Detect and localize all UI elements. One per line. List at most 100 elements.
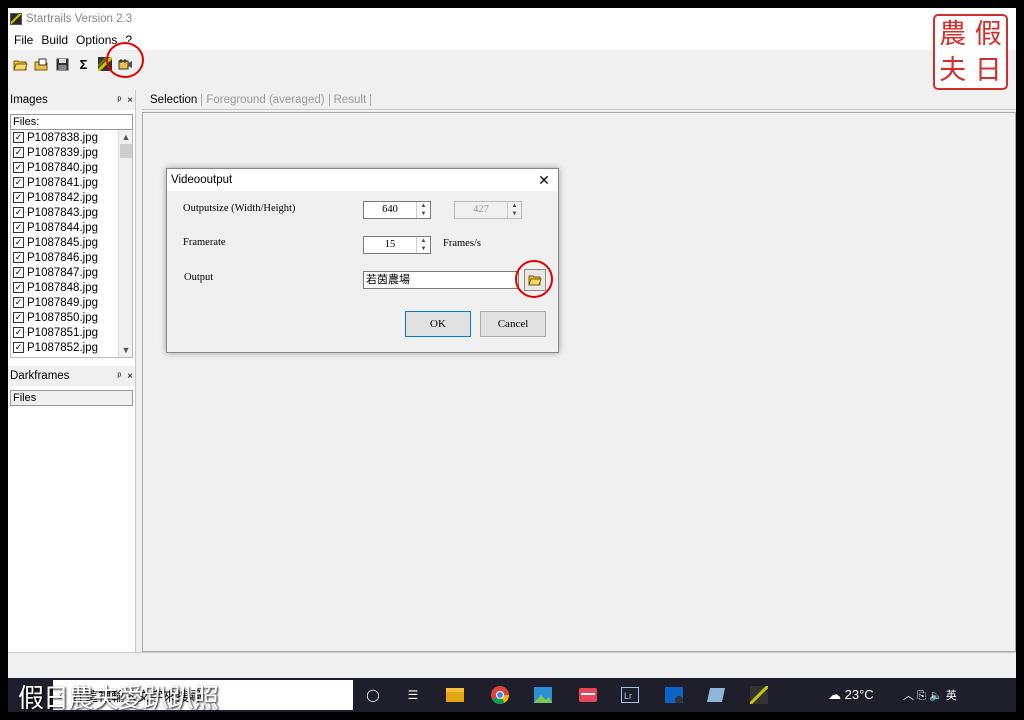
spin-down-icon[interactable]: ▼ bbox=[417, 210, 430, 218]
pin-icon[interactable]: ᵖ bbox=[117, 95, 121, 106]
dialog-title: Videooutput bbox=[171, 174, 233, 186]
height-value: 427 bbox=[473, 204, 489, 215]
file-list-item[interactable]: ✓ P1087844.jpg bbox=[11, 220, 132, 235]
file-checkbox[interactable]: ✓ bbox=[13, 162, 24, 173]
weather-temperature[interactable]: ☁ 23°C bbox=[828, 687, 874, 703]
view-tabs: Selection Foreground (averaged) Result bbox=[142, 90, 1016, 110]
file-checkbox[interactable]: ✓ bbox=[13, 192, 24, 203]
spin-up-icon[interactable]: ▲ bbox=[417, 237, 430, 245]
file-list-item[interactable]: ✓ P1087842.jpg bbox=[11, 190, 132, 205]
videooutput-dialog: Videooutput ✕ Outputsize (Width/Height) … bbox=[166, 168, 559, 353]
file-checkbox[interactable]: ✓ bbox=[13, 147, 24, 158]
file-checkbox[interactable]: ✓ bbox=[13, 267, 24, 278]
width-spinner[interactable]: 640 ▲ ▼ bbox=[363, 201, 431, 219]
file-name: P1087849.jpg bbox=[27, 296, 98, 309]
scroll-down-icon[interactable]: ▼ bbox=[119, 343, 132, 357]
watermark-text: 假日農夫愛趴趴照 bbox=[18, 684, 219, 714]
open-folder-icon[interactable] bbox=[12, 56, 29, 73]
file-checkbox[interactable]: ✓ bbox=[13, 282, 24, 293]
pin-icon[interactable]: ᵖ bbox=[117, 371, 121, 382]
cancel-button[interactable]: Cancel bbox=[480, 311, 546, 337]
file-list-item[interactable]: ✓ P1087850.jpg bbox=[11, 310, 132, 325]
startrails-taskbar-icon[interactable] bbox=[749, 685, 769, 705]
file-explorer-icon[interactable] bbox=[445, 685, 465, 705]
file-list-item[interactable]: ✓ P1087847.jpg bbox=[11, 265, 132, 280]
file-checkbox[interactable]: ✓ bbox=[13, 177, 24, 188]
dialog-close-icon[interactable]: ✕ bbox=[534, 172, 554, 189]
tab-selection[interactable]: Selection bbox=[146, 93, 203, 106]
menu-file[interactable]: File bbox=[10, 33, 37, 47]
file-list-item[interactable]: ✓ P1087851.jpg bbox=[11, 325, 132, 340]
task-view-icon[interactable]: ◯ bbox=[363, 685, 383, 705]
files-column-label: Files: bbox=[13, 116, 40, 128]
file-list-item[interactable]: ✓ P1087841.jpg bbox=[11, 175, 132, 190]
file-list-item[interactable]: ✓ P1087849.jpg bbox=[11, 295, 132, 310]
spin-down-icon[interactable]: ▼ bbox=[417, 245, 430, 253]
volume-icon[interactable]: 🔈 bbox=[929, 690, 943, 702]
file-checkbox[interactable]: ✓ bbox=[13, 207, 24, 218]
seal-char: 假 bbox=[974, 18, 1002, 50]
taskbar: ⌕ 在這裡輸入文字來搜尋 假日農夫愛趴趴照 ◯ ☰ Lr ☁ 23°C ︿ ⎘ … bbox=[8, 678, 1016, 714]
files-column-header[interactable]: Files: bbox=[10, 114, 133, 130]
close-icon[interactable]: × bbox=[127, 371, 133, 382]
sigma-icon[interactable]: Σ bbox=[75, 56, 92, 73]
file-checkbox[interactable]: ✓ bbox=[13, 237, 24, 248]
open-multiple-icon[interactable] bbox=[33, 56, 50, 73]
file-checkbox[interactable]: ✓ bbox=[13, 327, 24, 338]
outlook-icon[interactable] bbox=[664, 685, 684, 705]
darkframes-files-header[interactable]: Files bbox=[10, 390, 133, 406]
framerate-spinner[interactable]: 15 ▲ ▼ bbox=[363, 236, 431, 254]
ok-button[interactable]: OK bbox=[405, 311, 471, 337]
file-checkbox[interactable]: ✓ bbox=[13, 252, 24, 263]
weather-icon: ☁ bbox=[828, 687, 845, 702]
media-app-icon[interactable] bbox=[578, 685, 598, 705]
spin-up-icon[interactable]: ▲ bbox=[417, 202, 430, 210]
system-tray[interactable]: ︿ ⎘ 🔈 英 bbox=[903, 687, 957, 703]
file-checkbox[interactable]: ✓ bbox=[13, 222, 24, 233]
close-icon[interactable]: × bbox=[127, 95, 133, 106]
file-list-item[interactable]: ✓ P1087840.jpg bbox=[11, 160, 132, 175]
input-language[interactable]: 英 bbox=[946, 690, 957, 702]
height-spinner: 427 ▲ ▼ bbox=[454, 201, 522, 219]
tray-chevron-icon[interactable]: ︿ bbox=[903, 690, 914, 702]
outputsize-label: Outputsize (Width/Height) bbox=[183, 203, 296, 214]
file-list-scrollbar[interactable]: ▲ ▼ bbox=[118, 130, 132, 357]
tab-result[interactable]: Result bbox=[330, 93, 372, 106]
network-icon[interactable]: ⎘ bbox=[917, 690, 926, 702]
photos-app-icon[interactable] bbox=[533, 685, 553, 705]
file-name: P1087838.jpg bbox=[27, 131, 98, 144]
file-checkbox[interactable]: ✓ bbox=[13, 342, 24, 353]
notes-app-icon[interactable] bbox=[706, 685, 726, 705]
lightroom-icon[interactable]: Lr bbox=[620, 685, 640, 705]
menu-build[interactable]: Build bbox=[37, 33, 72, 47]
file-checkbox[interactable]: ✓ bbox=[13, 132, 24, 143]
file-name: P1087852.jpg bbox=[27, 341, 98, 354]
file-checkbox[interactable]: ✓ bbox=[13, 297, 24, 308]
chrome-icon[interactable] bbox=[490, 685, 510, 705]
file-list-item[interactable]: ✓ P1087843.jpg bbox=[11, 205, 132, 220]
output-path-field[interactable]: 若茵農場 bbox=[363, 271, 519, 289]
scroll-thumb[interactable] bbox=[120, 144, 132, 158]
darkframes-panel-title: Darkframes bbox=[10, 370, 70, 382]
startrails-app-icon bbox=[10, 13, 22, 25]
menu-bar: File Build Options ? bbox=[8, 30, 1016, 50]
file-checkbox[interactable]: ✓ bbox=[13, 312, 24, 323]
scroll-up-icon[interactable]: ▲ bbox=[119, 130, 132, 144]
file-list-item[interactable]: ✓ P1087852.jpg bbox=[11, 340, 132, 355]
file-list-item[interactable]: ✓ P1087839.jpg bbox=[11, 145, 132, 160]
tab-foreground[interactable]: Foreground (averaged) bbox=[202, 93, 330, 106]
file-name: P1087843.jpg bbox=[27, 206, 98, 219]
file-list-item[interactable]: ✓ P1087838.jpg bbox=[11, 130, 132, 145]
timeline-icon[interactable]: ☰ bbox=[403, 685, 423, 705]
file-list-item[interactable]: ✓ P1087845.jpg bbox=[11, 235, 132, 250]
image-file-list: ✓ P1087838.jpg ✓ P1087839.jpg ✓ P1087840.jpg ✓… bbox=[10, 130, 133, 358]
save-icon[interactable] bbox=[54, 56, 71, 73]
file-list-item[interactable]: ✓ P1087848.jpg bbox=[11, 280, 132, 295]
file-list-item[interactable]: ✓ P1087846.jpg bbox=[11, 250, 132, 265]
window-title: Startrails Version 2.3 bbox=[26, 13, 133, 25]
output-path-value: 若茵農場 bbox=[366, 274, 410, 286]
output-label: Output bbox=[184, 272, 214, 283]
framerate-value: 15 bbox=[384, 239, 396, 250]
darkframes-panel-header: Darkframes ᵖ × bbox=[8, 366, 135, 386]
file-name: P1087839.jpg bbox=[27, 146, 98, 159]
